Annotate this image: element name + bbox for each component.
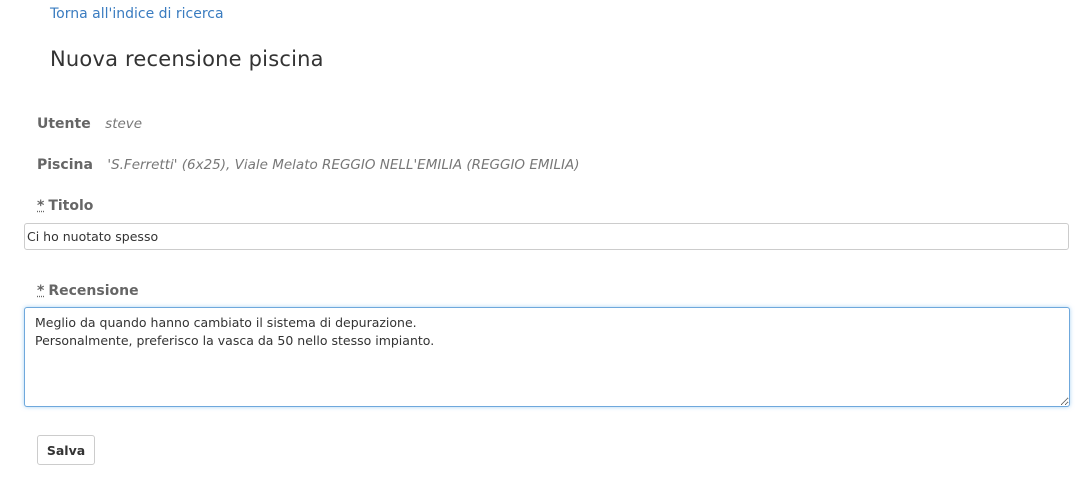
user-label: Utente: [37, 116, 91, 132]
title-input[interactable]: [24, 223, 1069, 250]
review-form-page: Torna all'indice di ricerca Nuova recens…: [0, 0, 1086, 490]
pool-value: 'S.Ferretti' (6x25), Viale Melato REGGIO…: [107, 157, 580, 173]
user-row: Utente steve: [37, 116, 142, 132]
back-to-search-link[interactable]: Torna all'indice di ricerca: [50, 6, 224, 22]
review-label-text: Recensione: [48, 283, 139, 299]
review-label: * Recensione: [37, 283, 139, 299]
required-mark: *: [37, 198, 45, 214]
review-textarea[interactable]: Meglio da quando hanno cambiato il siste…: [24, 307, 1070, 407]
title-label-text: Titolo: [48, 198, 94, 214]
save-button[interactable]: Salva: [37, 435, 95, 465]
page-title: Nuova recensione piscina: [50, 47, 324, 71]
pool-row: Piscina 'S.Ferretti' (6x25), Viale Melat…: [37, 157, 580, 173]
pool-label: Piscina: [37, 157, 93, 173]
user-value: steve: [105, 116, 143, 132]
title-label: * Titolo: [37, 198, 93, 214]
required-mark: *: [37, 283, 45, 299]
